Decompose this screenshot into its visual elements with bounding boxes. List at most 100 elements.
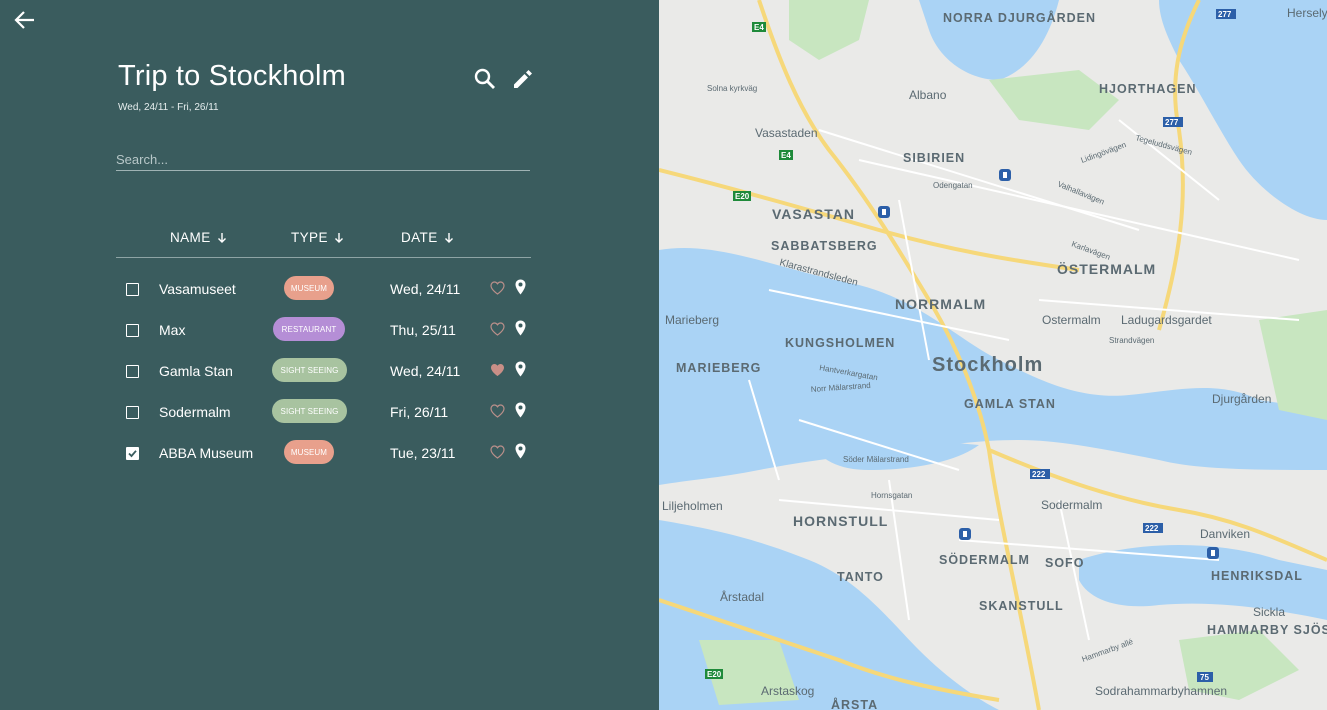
edit-pencil-icon[interactable]: [510, 66, 536, 92]
map-district-label: HENRIKSDAL: [1211, 569, 1303, 583]
map-district-label: HAMMARBY SJÖSTAD: [1207, 622, 1327, 637]
row-checkbox-checked[interactable]: [126, 447, 139, 460]
map-place-label: Sodermalm: [1041, 498, 1102, 512]
place-date: Tue, 23/11: [390, 445, 456, 461]
map-district-label: MARIEBERG: [676, 361, 761, 375]
date-column-label: DATE: [401, 230, 438, 245]
date-column-header[interactable]: DATE: [401, 230, 454, 245]
map-place-label: Vasastaden: [755, 126, 818, 140]
map-place-label: Ladugardsgardet: [1121, 313, 1212, 327]
road-shield-label: E20: [735, 192, 750, 201]
type-badge: SIGHT SEEING: [272, 358, 347, 382]
type-badge: MUSEUM: [284, 440, 334, 464]
type-badge: MUSEUM: [284, 276, 334, 300]
table-header: NAME TYPE DATE: [116, 226, 531, 258]
sort-arrow-down-icon: [334, 232, 343, 243]
map-place-label: Sodrahammarbyhamnen: [1095, 684, 1227, 698]
map-place-label: Arstaskog: [761, 684, 814, 698]
place-name: Vasamuseet: [159, 281, 236, 297]
map-place-label: Ostermalm: [1042, 313, 1101, 327]
map-view[interactable]: NORRA DJURGÅRDEN HJORTHAGEN SIBIRIEN VAS…: [659, 0, 1327, 710]
map-place-label: Liljeholmen: [662, 499, 723, 513]
map-district-label: KUNGSHOLMEN: [785, 336, 895, 350]
map-place-label: Årstadal: [720, 589, 764, 604]
table-row[interactable]: Gamla Stan SIGHT SEEING Wed, 24/11: [116, 352, 531, 392]
place-name: Gamla Stan: [159, 363, 233, 379]
row-checkbox[interactable]: [126, 406, 139, 419]
map-pin-icon[interactable]: [515, 402, 526, 418]
type-column-label: TYPE: [291, 230, 328, 245]
back-arrow-icon[interactable]: [12, 8, 38, 32]
map-district-label: ÅRSTA: [831, 697, 878, 710]
place-date: Wed, 24/11: [390, 281, 461, 297]
road-shield-label: 277: [1165, 118, 1179, 127]
road-shield-label: E4: [754, 23, 764, 32]
place-name: Max: [159, 322, 186, 338]
map-district-label: VASASTAN: [772, 206, 855, 222]
sort-arrow-down-icon: [444, 232, 453, 243]
table-row[interactable]: Sodermalm SIGHT SEEING Fri, 26/11: [116, 393, 531, 433]
place-date: Thu, 25/11: [390, 322, 456, 338]
table-row[interactable]: ABBA Museum MUSEUM Tue, 23/11: [116, 434, 531, 474]
search-icon[interactable]: [472, 66, 498, 92]
map-place-label: Djurgården: [1212, 392, 1271, 406]
place-date: Wed, 24/11: [390, 363, 461, 379]
table-row[interactable]: Vasamuseet MUSEUM Wed, 24/11: [116, 270, 531, 310]
map-district-label: SIBIRIEN: [903, 151, 965, 165]
sort-arrow-down-icon: [217, 232, 226, 243]
page-title: Trip to Stockholm: [118, 60, 346, 92]
heart-outline-icon[interactable]: [490, 322, 505, 336]
street-label: Söder Mälarstrand: [843, 455, 909, 464]
map-place-label: Marieberg: [665, 313, 719, 327]
map-place-label: Danviken: [1200, 527, 1250, 541]
type-badge: SIGHT SEEING: [272, 399, 347, 423]
trip-dates: Wed, 24/11 - Fri, 26/11: [118, 102, 219, 113]
map-district-label: SABBATSBERG: [771, 239, 878, 253]
heart-outline-icon[interactable]: [490, 404, 505, 418]
place-date: Fri, 26/11: [390, 404, 449, 420]
map-district-label: NORRMALM: [895, 296, 986, 312]
type-badge: RESTAURANT: [273, 317, 345, 341]
street-label: Solna kyrkväg: [707, 84, 757, 93]
map-district-label: SKANSTULL: [979, 599, 1064, 613]
map-district-label: HORNSTULL: [793, 513, 888, 529]
row-checkbox[interactable]: [126, 324, 139, 337]
place-name: ABBA Museum: [159, 445, 254, 461]
map-district-label: HJORTHAGEN: [1099, 82, 1197, 96]
map-pin-icon[interactable]: [515, 443, 526, 459]
row-checkbox[interactable]: [126, 283, 139, 296]
table-row[interactable]: Max RESTAURANT Thu, 25/11: [116, 311, 531, 351]
street-label: Odengatan: [933, 181, 973, 190]
map-place-label: Hersely: [1287, 6, 1327, 20]
name-column-label: NAME: [170, 230, 211, 245]
checkmark-icon: [128, 450, 137, 458]
map-district-label: ÖSTERMALM: [1057, 261, 1156, 277]
map-district-label: TANTO: [837, 570, 884, 584]
map-pin-icon[interactable]: [515, 320, 526, 336]
map-district-label: SOFO: [1045, 556, 1084, 570]
trip-panel: Trip to Stockholm Wed, 24/11 - Fri, 26/1…: [0, 0, 659, 710]
road-shield-label: 277: [1218, 10, 1232, 19]
heart-outline-icon[interactable]: [490, 445, 505, 459]
heart-outline-icon[interactable]: [490, 281, 505, 295]
name-column-header[interactable]: NAME: [170, 230, 227, 245]
map-pin-icon[interactable]: [515, 361, 526, 377]
type-column-header[interactable]: TYPE: [291, 230, 344, 245]
street-label: Strandvägen: [1109, 336, 1154, 345]
map-district-label: NORRA DJURGÅRDEN: [943, 10, 1096, 25]
heart-filled-icon[interactable]: [490, 363, 505, 377]
stockholm-map: NORRA DJURGÅRDEN HJORTHAGEN SIBIRIEN VAS…: [659, 0, 1327, 710]
road-shield-label: 75: [1200, 673, 1209, 682]
road-shield-label: 222: [1032, 470, 1046, 479]
search-input[interactable]: [116, 148, 530, 171]
map-pin-icon[interactable]: [515, 279, 526, 295]
row-checkbox[interactable]: [126, 365, 139, 378]
road-shield-label: 222: [1145, 524, 1159, 533]
street-label: Hornsgatan: [871, 491, 912, 500]
road-shield-label: E4: [781, 151, 791, 160]
map-district-label: SÖDERMALM: [939, 552, 1030, 567]
map-city-label: Stockholm: [932, 354, 1043, 376]
map-place-label: Sickla: [1253, 605, 1285, 619]
road-shield-label: E20: [707, 670, 722, 679]
map-district-label: GAMLA STAN: [964, 397, 1056, 411]
